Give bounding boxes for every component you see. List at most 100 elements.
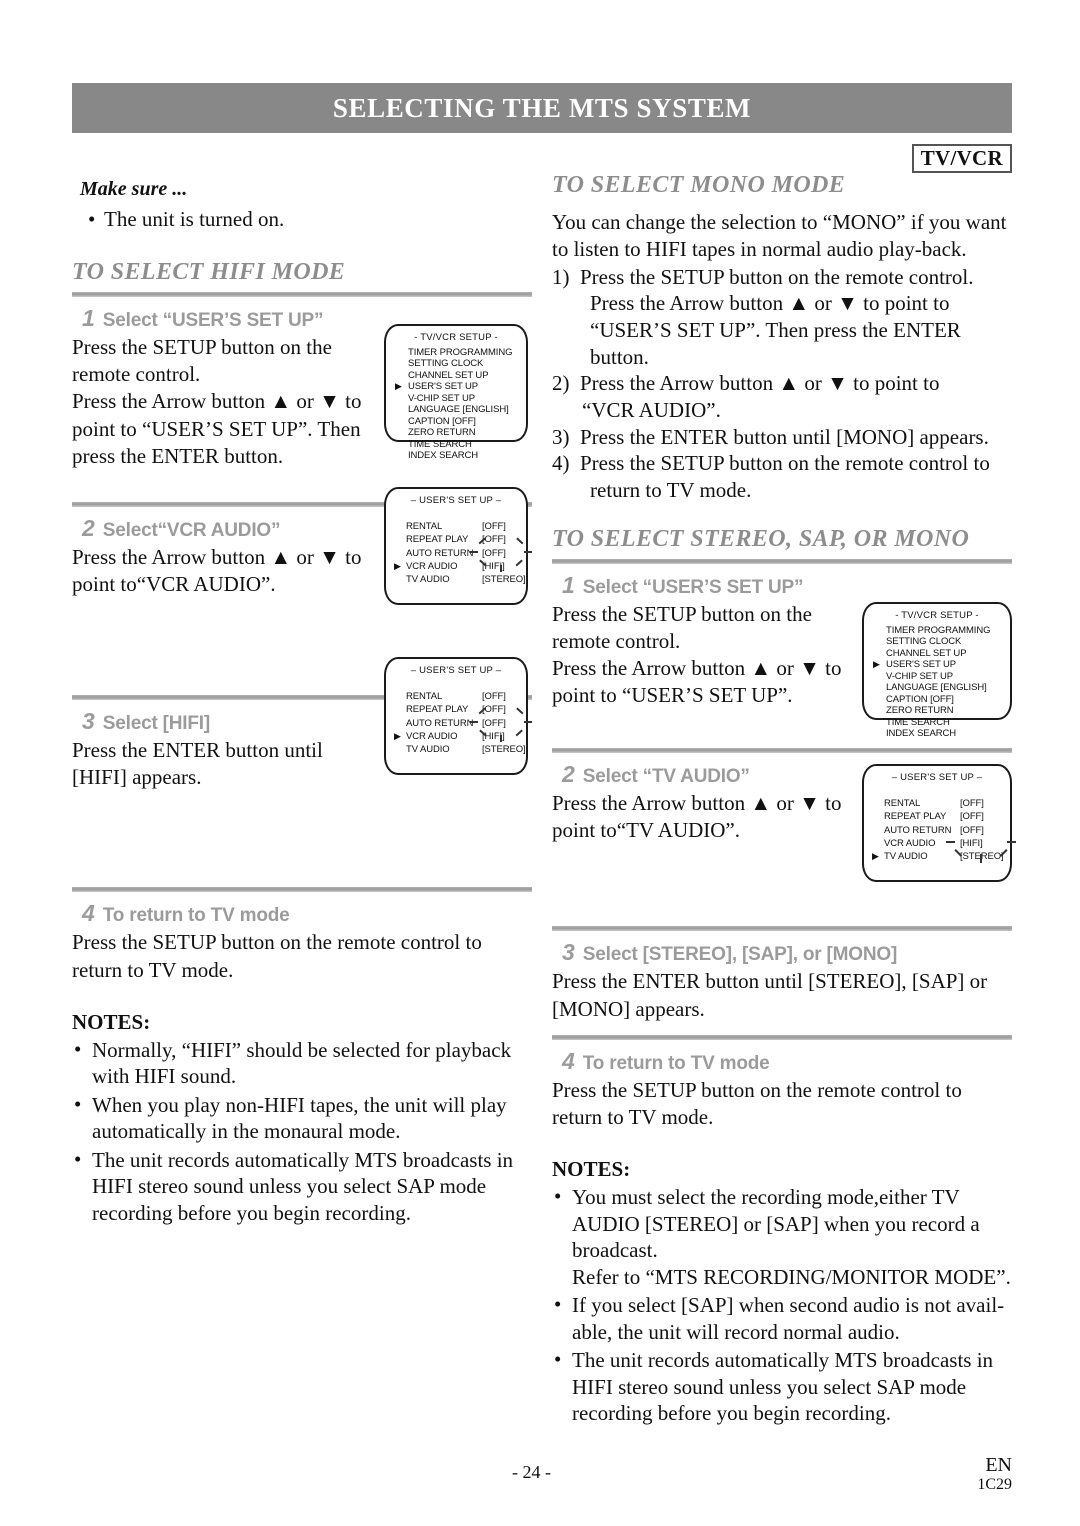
mono-item-text: Press the SETUP button on the remote con… — [580, 451, 990, 476]
osd-menu-item: ZERO RETURN — [886, 705, 1010, 716]
osd-menu-item: TIME SEARCH — [886, 717, 1010, 728]
step-label: To return to TV mode — [582, 1052, 770, 1074]
osd-setting-key: REPEAT PLAY — [884, 811, 947, 823]
osd-users-setup-tv-step2: – USER'S SET UP – RENTAL [OFF] REPEAT PLA… — [862, 764, 1016, 882]
bullet-glyph: • — [554, 1184, 562, 1209]
cursor-arrow-icon: ▶ — [395, 381, 402, 392]
mono-item-number: 2) — [552, 371, 570, 396]
osd-users-setup-vcr-step3: – USER'S SET UP – RENTAL [OFF] REPEAT PLA… — [384, 657, 532, 775]
osd-settings-table: RENTAL [OFF] REPEAT PLAY [OFF] AUTO RETURN… — [386, 520, 526, 586]
osd-setting-value: [STEREO] — [482, 744, 526, 756]
osd-settings-table: RENTAL [OFF] REPEAT PLAY [OFF] AUTO RETURN… — [864, 797, 1010, 863]
osd-menu-item: TIME SEARCH — [408, 439, 526, 450]
note-item: • You must select the recording mode,eith… — [552, 1184, 1012, 1290]
mono-item-2: 2) Press the Arrow button ▲ or ▼ to point… — [552, 370, 1012, 423]
osd-menu-item: CHANNEL SET UP — [886, 648, 1010, 659]
osd-setting-key: TV AUDIO — [406, 574, 450, 586]
note-item: • When you play non-HIFI tapes, the unit … — [72, 1092, 532, 1145]
osd-menu-item-label: CAPTION [OFF] — [408, 415, 476, 427]
section-divider — [552, 1034, 1012, 1040]
note-text: When you play non-HIFI tapes, the unit w… — [92, 1092, 507, 1144]
step-r1-body-line-2: Press the Arrow button ▲ or ▼ to point t… — [552, 656, 842, 708]
osd-menu-item-label: TIMER PROGRAMMING — [886, 625, 991, 636]
page-number: - 24 - — [512, 1462, 551, 1482]
bullet-glyph: • — [88, 207, 96, 231]
step-r1-body-line-1: Press the SETUP button on the remote con… — [552, 601, 812, 653]
section-title-hifi: TO SELECT HIFI MODE — [72, 258, 346, 285]
osd-menu-item: ZERO RETURN — [408, 427, 526, 438]
osd-menu-item: CHANNEL SET UP — [408, 370, 526, 381]
note-text: The unit records automatically MTS broad… — [572, 1348, 994, 1426]
osd-menu-item-label: LANGUAGE [ENGLISH] — [886, 682, 987, 694]
mono-item-number: 3) — [552, 424, 570, 449]
osd-setting-key: VCR AUDIO — [406, 730, 458, 742]
mono-item-4: 4) Press the SETUP button on the remote c… — [552, 450, 1012, 503]
step-number: 4 — [562, 1047, 575, 1074]
osd-menu-item-label: ZERO RETURN — [408, 427, 476, 439]
section-title-stereo: TO SELECT STEREO, SAP, OR MONO — [552, 525, 970, 552]
osd-menu-item-selected: ▶ USER'S SET UP — [395, 381, 526, 392]
step-1-body-line-1: Press the SETUP button on the remote con… — [72, 334, 332, 386]
osd-menu-item: LANGUAGE [ENGLISH] — [886, 682, 1010, 693]
step-number: 3 — [82, 707, 95, 734]
section-divider — [72, 887, 532, 893]
osd-setting-row: TV AUDIO [STEREO] — [406, 573, 526, 586]
osd-menu-item-label: TIME SEARCH — [886, 716, 950, 728]
page-header-bar: SELECTING THE MTS SYSTEM — [72, 83, 1012, 133]
osd-setting-row: REPEAT PLAY [OFF] — [406, 703, 526, 716]
osd-menu-item: TIMER PROGRAMMING — [886, 625, 1010, 636]
step-heading-4: 4 To return to TV mode — [82, 900, 532, 927]
osd-setting-value: [OFF] — [960, 824, 984, 836]
osd-setting-value: [OFF] — [960, 811, 984, 823]
osd-setting-row-selected: ▶ VCR AUDIO [HIFI] — [394, 560, 526, 573]
osd-tvvcr-setup-menu-left: - TV/VCR SETUP - TIMER PROGRAMMING SETTI… — [384, 324, 528, 461]
osd-title: – USER'S SET UP – — [410, 495, 502, 506]
osd-setting-row: RENTAL [OFF] — [884, 797, 1010, 810]
bullet-glyph: • — [74, 1091, 82, 1116]
osd-setting-key: AUTO RETURN — [406, 717, 474, 729]
osd-setting-row: RENTAL [OFF] — [406, 690, 526, 703]
manual-page: SELECTING THE MTS SYSTEM TV/VCR Make sur… — [0, 0, 1080, 1526]
osd-setting-row: TV AUDIO [STEREO] — [406, 743, 526, 756]
osd-menu-list: TIMER PROGRAMMING SETTING CLOCK CHANNEL … — [386, 347, 526, 462]
mono-item-continuation: Press the Arrow button ▲ or ▼ to point t… — [590, 291, 961, 369]
footer-right: EN 1C29 — [977, 1455, 1012, 1494]
osd-setting-key: RENTAL — [406, 691, 443, 702]
osd-setting-value: [OFF] — [482, 717, 506, 729]
note-item: • If you select [SAP] when second audio i… — [552, 1292, 1012, 1345]
section-divider — [552, 926, 1012, 932]
osd-setting-key: AUTO RETURN — [406, 547, 474, 559]
osd-menu-item: V-CHIP SET UP — [886, 671, 1010, 682]
note-text: The unit records automatically MTS broad… — [92, 1147, 514, 1225]
step-label: Select “USER’S SET UP” — [582, 576, 804, 598]
osd-menu-item-label: INDEX SEARCH — [408, 450, 479, 462]
note-subtext: Refer to “MTS RECORDING/MONITOR MODE”. — [572, 1264, 1011, 1289]
osd-setting-key: TV AUDIO — [406, 744, 450, 756]
section-title-mono: TO SELECT MONO MODE — [552, 172, 846, 198]
section-divider — [552, 747, 1012, 753]
osd-menu-item-label: V-CHIP SET UP — [886, 670, 953, 682]
osd-title: - TV/VCR SETUP - — [895, 610, 979, 621]
note-item: • Normally, “HIFI” should be selected for… — [72, 1037, 532, 1090]
osd-menu-item: SETTING CLOCK — [408, 358, 526, 369]
bullet-glyph: • — [74, 1146, 82, 1171]
step-r3-body-line-1: Press the ENTER button until [STEREO], [… — [552, 969, 988, 1021]
osd-menu-item: CAPTION [OFF] — [408, 416, 526, 427]
osd-setting-value: [OFF] — [960, 798, 984, 809]
osd-menu-item: INDEX SEARCH — [886, 728, 1010, 739]
step-label: Select [HIFI] — [102, 712, 210, 734]
osd-setting-key: TV AUDIO — [884, 851, 928, 863]
tv-vcr-badge: TV/VCR — [911, 144, 1012, 174]
cursor-arrow-icon: ▶ — [873, 659, 880, 670]
mono-item-text: Press the SETUP button on the remote con… — [580, 264, 974, 289]
osd-menu-item-label: CAPTION [OFF] — [886, 693, 954, 705]
osd-setting-key: RENTAL — [406, 521, 443, 532]
mono-intro-text: You can change the selection to “MONO” i… — [552, 210, 1007, 262]
mono-item-3: 3) Press the ENTER button until [MONO] ap… — [552, 424, 1012, 451]
osd-menu-item-label: USER'S SET UP — [886, 659, 957, 671]
osd-menu-list: TIMER PROGRAMMING SETTING CLOCK CHANNEL … — [864, 625, 1010, 740]
osd-menu-item-label: CHANNEL SET UP — [886, 647, 967, 659]
bullet-glyph: • — [554, 1347, 562, 1372]
step-label: Select“VCR AUDIO” — [102, 520, 281, 542]
osd-menu-item: TIMER PROGRAMMING — [408, 347, 526, 358]
